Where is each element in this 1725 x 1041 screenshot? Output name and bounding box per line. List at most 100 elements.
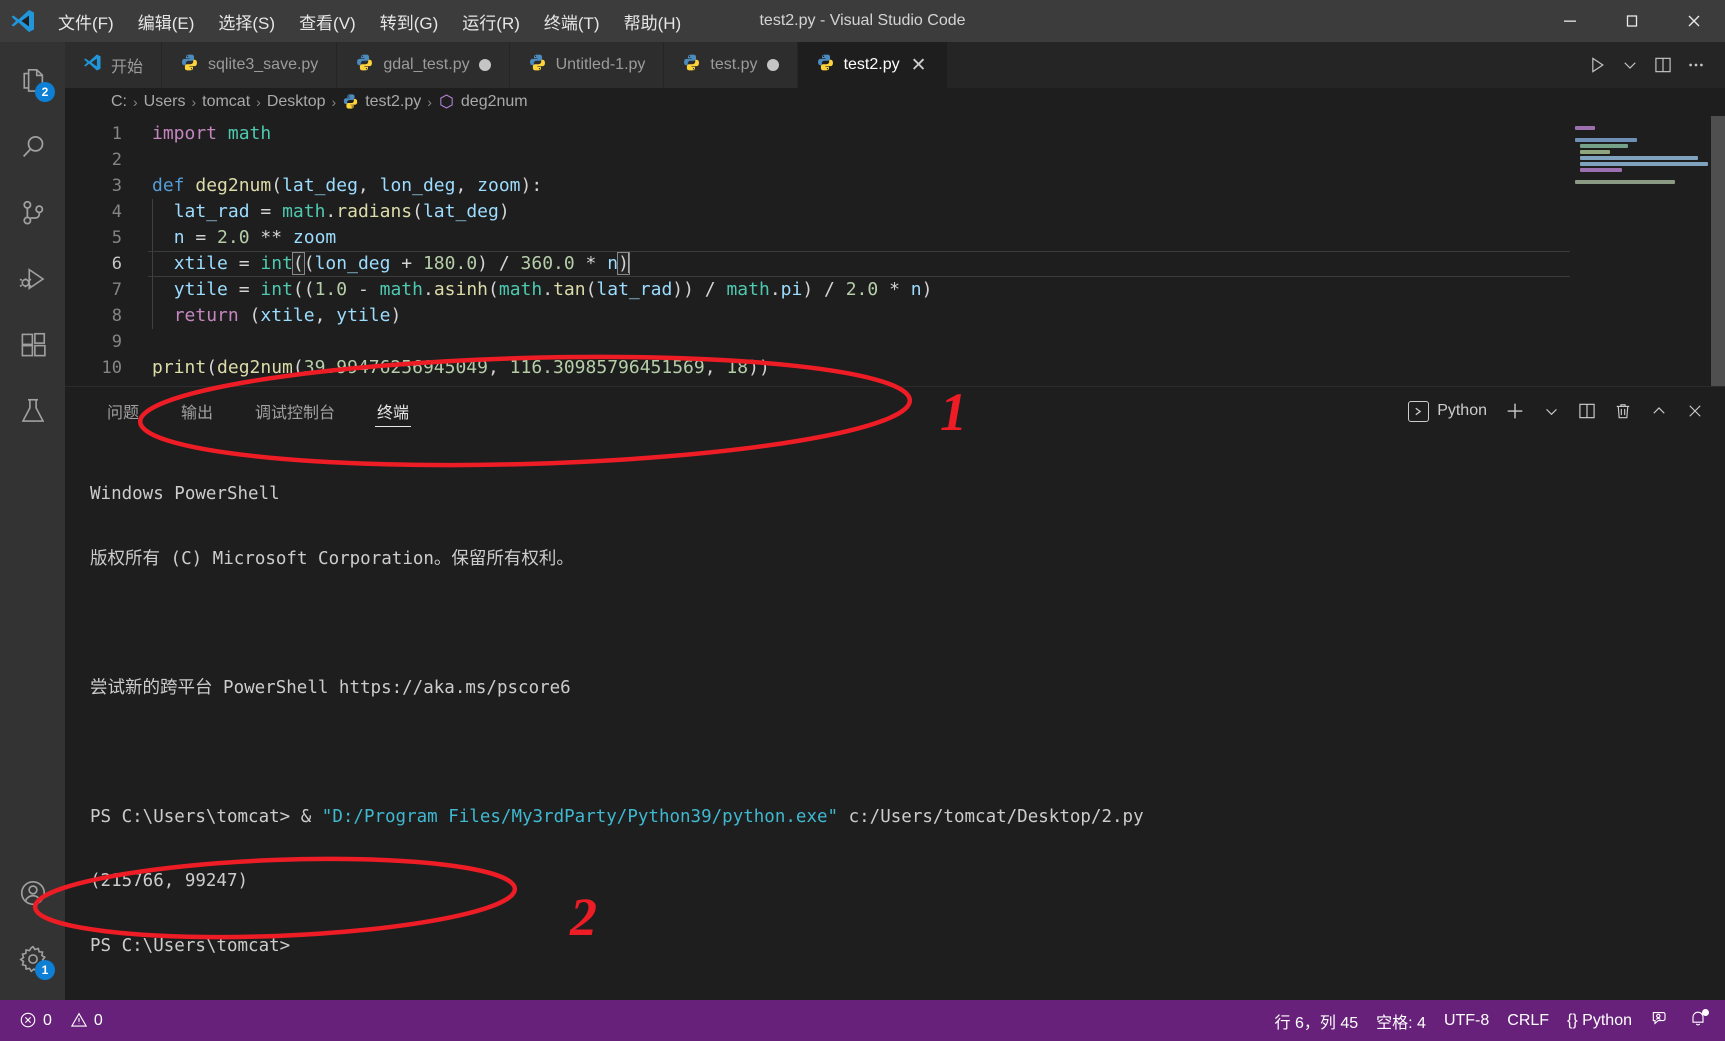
breadcrumb-separator: › [331,94,337,110]
python-icon [355,53,374,77]
tab-dirty-indicator[interactable] [766,59,779,71]
window-controls [1539,0,1725,42]
python-icon [816,53,835,77]
menu-file[interactable]: 文件(F) [46,5,126,38]
bell-icon [1688,1008,1709,1033]
status-cursor-position[interactable]: 行 6，列 45 [1266,1000,1368,1041]
status-eol[interactable]: CRLF [1498,1000,1558,1041]
python-icon [342,93,359,112]
kill-terminal-trash-icon[interactable] [1607,395,1639,427]
breadcrumb-label: tomcat [202,93,251,110]
status-indentation[interactable]: 空格: 4 [1367,1000,1435,1041]
breadcrumb-item-users[interactable]: Users [144,93,186,111]
status-warnings[interactable]: 0 [61,1000,112,1041]
error-circle-icon [19,1011,37,1031]
panel-header: 问题 输出 调试控制台 终端 Python [65,387,1725,435]
sidebar-item-search[interactable] [0,114,65,180]
line-content: def deg2num(lat_deg, lon_deg, zoom): [152,175,543,196]
tab-close-button[interactable]: ✕ [909,56,929,75]
terminal-shell-selector[interactable]: Python [1400,400,1495,422]
maximize-button[interactable] [1601,0,1663,42]
status-bar: 0 0 行 6，列 45 空格: 4 UTF-8 CRLF {} Python [0,1000,1725,1041]
new-terminal-button[interactable] [1499,395,1531,427]
menu-view[interactable]: 查看(V) [287,5,368,38]
breadcrumb-separator: › [427,94,432,110]
sidebar-item-explorer[interactable]: 2 [0,48,65,114]
tab-test2[interactable]: test2.py ✕ [797,42,948,88]
minimap[interactable] [1571,116,1711,386]
menu-selection[interactable]: 选择(S) [206,5,287,38]
close-panel-button[interactable] [1679,395,1711,427]
breadcrumb-separator: › [256,94,261,110]
python-icon [682,53,701,77]
breadcrumb-label: Users [143,93,186,110]
panel-actions: Python [1400,395,1711,427]
gear-icon[interactable]: 1 [0,926,65,992]
editor-actions [1568,42,1725,88]
terminal-profile-chevron-down-icon[interactable] [1535,395,1567,427]
menu-terminal[interactable]: 终端(T) [532,5,612,38]
terminal-line: 版权所有 (C) Microsoft Corporation。保留所有权利。 [90,549,1725,571]
minimize-button[interactable] [1539,0,1601,42]
line-content: xtile = int((lon_deg + 180.0) / 360.0 * … [173,251,630,275]
split-terminal-button[interactable] [1571,395,1603,427]
menu-help[interactable]: 帮助(H) [612,5,694,38]
editor-vertical-scrollbar[interactable] [1711,116,1725,386]
close-button[interactable] [1663,0,1725,42]
tab-label: 开始 [111,59,144,76]
terminal-text: Windows PowerShell [90,484,280,504]
line-number: 7 [111,280,122,300]
breadcrumb-item-symbol[interactable]: deg2num [438,93,528,112]
tab-untitled-1[interactable]: Untitled-1.py [509,42,665,88]
more-actions-ellipsis-icon[interactable] [1681,50,1711,80]
breadcrumb-item-tomcat[interactable]: tomcat [202,93,250,111]
code-line-7: 7 ytile = int((1.0 - math.asinh(math.tan… [65,277,1725,303]
tab-gdal-test[interactable]: gdal_test.py [337,42,510,88]
status-encoding[interactable]: UTF-8 [1435,1000,1498,1041]
title-bar: 文件(F) 编辑(E) 选择(S) 查看(V) 转到(G) 运行(R) 终端(T… [0,0,1725,42]
line-number: 1 [111,124,122,144]
warning-count: 0 [93,1011,103,1029]
run-options-chevron-down-icon[interactable] [1615,50,1645,80]
python-icon [528,53,547,77]
sidebar-item-run-and-debug[interactable] [0,246,65,312]
vscode-window: 文件(F) 编辑(E) 选择(S) 查看(V) 转到(G) 运行(R) 终端(T… [0,0,1725,1041]
panel-tab-output[interactable]: 输出 [167,387,227,435]
tab-welcome[interactable]: 开始 [65,42,163,88]
panel-tab-problems[interactable]: 问题 [93,387,153,435]
code-line-5: 5 n = 2.0 ** zoom [65,225,1725,251]
terminal-python-path: "D:/Program Files/My3rdParty/Python39/py… [321,806,839,827]
sidebar-item-testing[interactable] [0,378,65,444]
panel-tab-debug-console[interactable]: 调试控制台 [241,387,349,435]
run-python-file-button[interactable] [1582,50,1612,80]
panel-tab-terminal[interactable]: 终端 [363,387,423,435]
tab-dirty-indicator[interactable] [478,59,491,71]
tab-test[interactable]: test.py [664,42,798,88]
activity-bar: 2 1 [0,42,65,1000]
status-notifications[interactable] [1679,1000,1717,1041]
bottom-panel: 问题 输出 调试控制台 终端 Python Windows PowerShell… [65,386,1725,1000]
code-editor[interactable]: 1 import math 2 3 def deg2num(lat_deg, l… [65,116,1725,386]
terminal-output[interactable]: Windows PowerShell 版权所有 (C) Microsoft Co… [65,435,1725,1000]
status-bar-right: 行 6，列 45 空格: 4 UTF-8 CRLF {} Python [1266,1000,1725,1041]
terminal-result-line: (215766, 99247) [90,871,1725,893]
account-icon[interactable] [0,860,65,926]
maximize-panel-chevron-up-icon[interactable] [1643,395,1675,427]
terminal-icon [1408,400,1430,422]
status-errors[interactable]: 0 [10,1000,61,1041]
breadcrumb-item-desktop[interactable]: Desktop [267,93,326,111]
tab-sqlite3-save[interactable]: sqlite3_save.py [162,42,338,88]
warning-triangle-icon [70,1011,88,1031]
status-feedback[interactable] [1641,1000,1679,1041]
breadcrumb-item-drive[interactable]: C: [111,93,127,111]
breadcrumb-item-file[interactable]: test2.py [342,93,421,112]
menu-edit[interactable]: 编辑(E) [126,5,207,38]
menu-go[interactable]: 转到(G) [368,5,451,38]
sidebar-item-extensions[interactable] [0,312,65,378]
status-language-mode[interactable]: {} Python [1558,1000,1641,1041]
menu-run[interactable]: 运行(R) [450,5,532,38]
sidebar-item-source-control[interactable] [0,180,65,246]
split-editor-button[interactable] [1648,50,1678,80]
